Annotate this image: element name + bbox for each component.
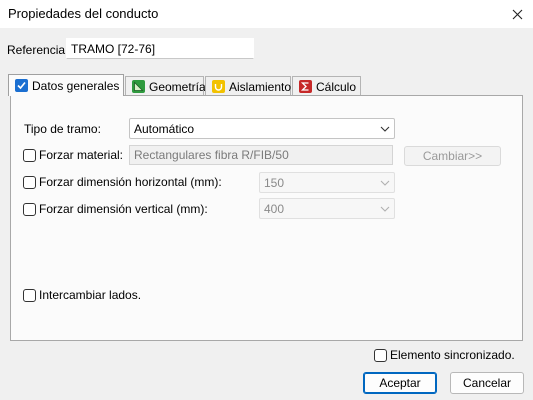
chevron-down-icon [380,126,390,132]
tipo-tramo-label: Tipo de tramo: [24,122,101,136]
tipo-tramo-value: Automático [134,121,195,136]
cambiar-label: Cambiar>> [422,149,483,163]
reference-input[interactable] [66,38,254,59]
cancel-label: Cancelar [462,376,512,390]
checkbox-box [23,288,36,302]
checkbox-box [374,348,387,362]
accept-button[interactable]: Aceptar [363,372,437,394]
intercambiar-label: Intercambiar lados. [39,288,142,302]
forzar-horizontal-checkbox[interactable]: Forzar dimensión horizontal (mm): [23,175,222,189]
tab-label: Datos generales [32,78,120,93]
tab-label: Aislamiento [229,79,292,94]
forzar-material-label: Forzar material: [39,148,124,162]
reference-label: Referencia: [7,43,69,57]
forzar-material-checkbox[interactable]: Forzar material: [23,148,123,162]
material-value: Rectangulares fibra R/FIB/50 [134,148,289,162]
checkbox-box [23,148,36,162]
elemento-sincronizado-checkbox[interactable]: Elemento sincronizado. [374,348,515,362]
chevron-down-icon [380,206,390,212]
geometry-icon [132,80,145,93]
tipo-tramo-select[interactable]: Automático [129,118,395,139]
forzar-horizontal-label: Forzar dimensión horizontal (mm): [39,175,222,189]
cambiar-button[interactable]: Cambiar>> [404,146,501,166]
close-button[interactable] [502,2,532,26]
close-icon [512,9,522,19]
forzar-vertical-checkbox[interactable]: Forzar dimensión vertical (mm): [23,202,208,216]
tab-aislamiento[interactable]: Aislamiento [205,76,291,96]
tab-label: Geometría [149,79,206,94]
vertical-select[interactable]: 400 [259,198,395,219]
tab-geometria[interactable]: Geometría [125,76,206,96]
chevron-down-icon [380,180,390,186]
sigma-icon [299,80,312,93]
vertical-value: 400 [264,201,285,216]
checkbox-icon [15,79,28,92]
accept-label: Aceptar [379,376,421,390]
tab-label: Cálculo [316,79,357,94]
intercambiar-lados-checkbox[interactable]: Intercambiar lados. [23,288,141,302]
sincronizado-label: Elemento sincronizado. [390,348,515,362]
forzar-vertical-label: Forzar dimensión vertical (mm): [39,202,208,216]
checkbox-box [23,202,36,216]
tab-datos-generales[interactable]: Datos generales [8,74,124,96]
cancel-button[interactable]: Cancelar [450,372,524,394]
window-title: Propiedades del conducto [8,6,159,21]
horizontal-select[interactable]: 150 [259,172,395,193]
horizontal-value: 150 [264,175,285,190]
material-field: Rectangulares fibra R/FIB/50 [129,145,393,165]
checkbox-box [23,175,36,189]
insulation-icon [212,80,225,93]
tab-calculo[interactable]: Cálculo [292,76,361,96]
